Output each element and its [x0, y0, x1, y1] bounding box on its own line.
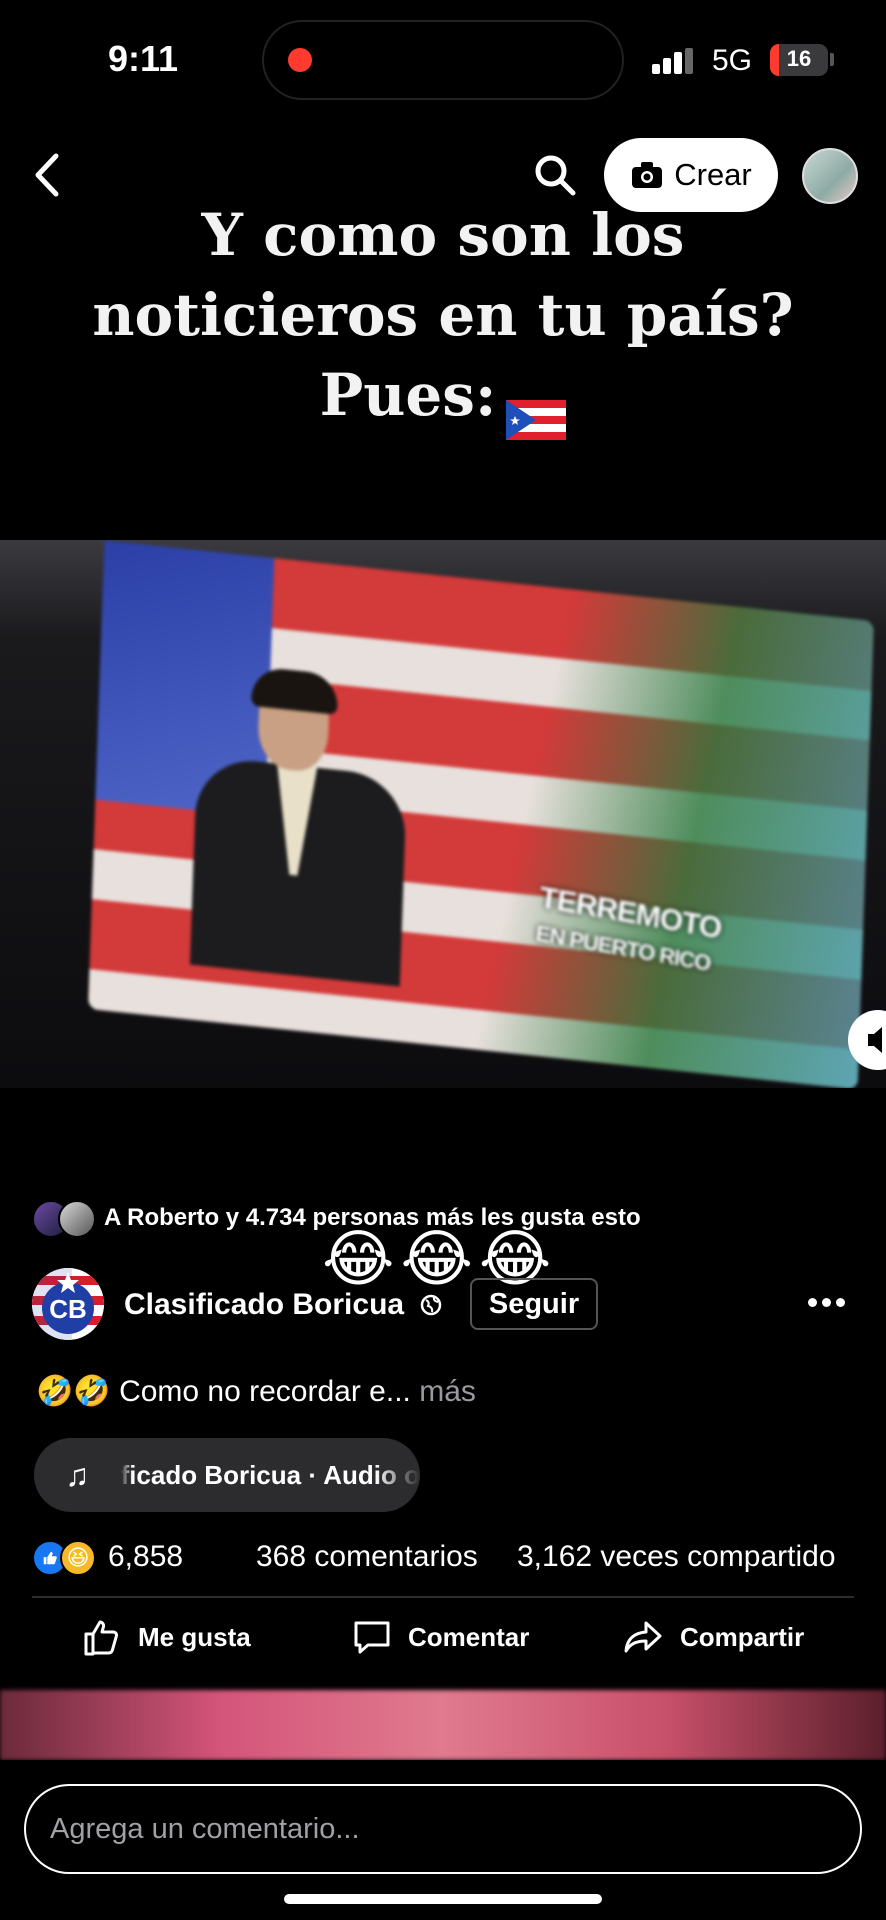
home-indicator[interactable] [284, 1894, 602, 1904]
like-button[interactable]: Me gusta [80, 1612, 251, 1662]
comment-button[interactable]: Comentar [350, 1612, 529, 1662]
dynamic-island [262, 20, 624, 100]
back-button[interactable] [28, 150, 68, 200]
shares-count[interactable]: 3,162 veces compartido [517, 1540, 836, 1574]
battery-level: 16 [786, 46, 812, 71]
page-avatar[interactable]: CB [32, 1268, 104, 1340]
share-label: Compartir [680, 1621, 805, 1652]
audio-pill[interactable]: ♫ ficado Boricua · Audio o [34, 1438, 420, 1512]
next-post-preview[interactable] [0, 1690, 886, 1760]
network-type: 5G [712, 44, 753, 77]
video-frame[interactable]: TERREMOTO EN PUERTO RICO [0, 540, 886, 1088]
more-options-icon[interactable] [808, 1296, 848, 1310]
see-more-link[interactable]: más [419, 1375, 476, 1408]
create-label: Crear [674, 157, 752, 192]
tv-headline: TERREMOTO EN PUERTO RICO [534, 881, 723, 976]
music-note-icon: ♫ [65, 1456, 90, 1493]
cellular-signal-icon [652, 48, 694, 74]
camera-icon [632, 162, 663, 188]
like-label: Me gusta [138, 1621, 251, 1652]
battery-nub [830, 53, 834, 66]
comment-label: Comentar [408, 1621, 530, 1652]
page-name[interactable]: Clasificado Boricua [124, 1288, 404, 1322]
comment-input[interactable]: Agrega un comentario... [24, 1784, 862, 1874]
recording-indicator-icon [288, 48, 312, 72]
profile-avatar[interactable] [802, 148, 858, 204]
globe-icon [420, 1294, 442, 1316]
thumbs-up-icon [84, 1620, 119, 1656]
news-anchor [180, 659, 410, 987]
comments-count[interactable]: 368 comentarios [256, 1540, 478, 1574]
video-caption: Y como son los noticieros en tu país? Pu… [40, 195, 846, 440]
share-button[interactable]: Compartir [622, 1612, 804, 1662]
follow-button[interactable]: Seguir [470, 1278, 598, 1330]
volume-button[interactable] [848, 1010, 886, 1070]
comment-icon [354, 1621, 390, 1654]
create-button[interactable]: Crear [604, 138, 778, 212]
reaction-count[interactable]: 6,858 [108, 1540, 183, 1574]
search-icon[interactable] [530, 150, 580, 200]
audio-label: ficado Boricua · Audio o [120, 1459, 420, 1490]
description-emojis: 🤣🤣 [36, 1375, 111, 1408]
tv-screen: TERREMOTO EN PUERTO RICO [88, 540, 874, 1088]
puerto-rico-flag-icon [506, 380, 567, 440]
svg-text:CB: CB [49, 1294, 87, 1324]
divider [32, 1596, 854, 1598]
battery-icon: 16 [770, 44, 828, 76]
status-time: 9:11 [108, 38, 179, 79]
haha-reaction-icon: 😆 [60, 1540, 96, 1576]
share-icon [624, 1621, 662, 1653]
post-description[interactable]: 🤣🤣 Como no recordar e... más [36, 1374, 476, 1409]
reaction-icons[interactable]: 😆 [32, 1540, 102, 1576]
liker-avatars[interactable] [32, 1200, 100, 1238]
description-text: Como no recordar e... [119, 1375, 411, 1408]
